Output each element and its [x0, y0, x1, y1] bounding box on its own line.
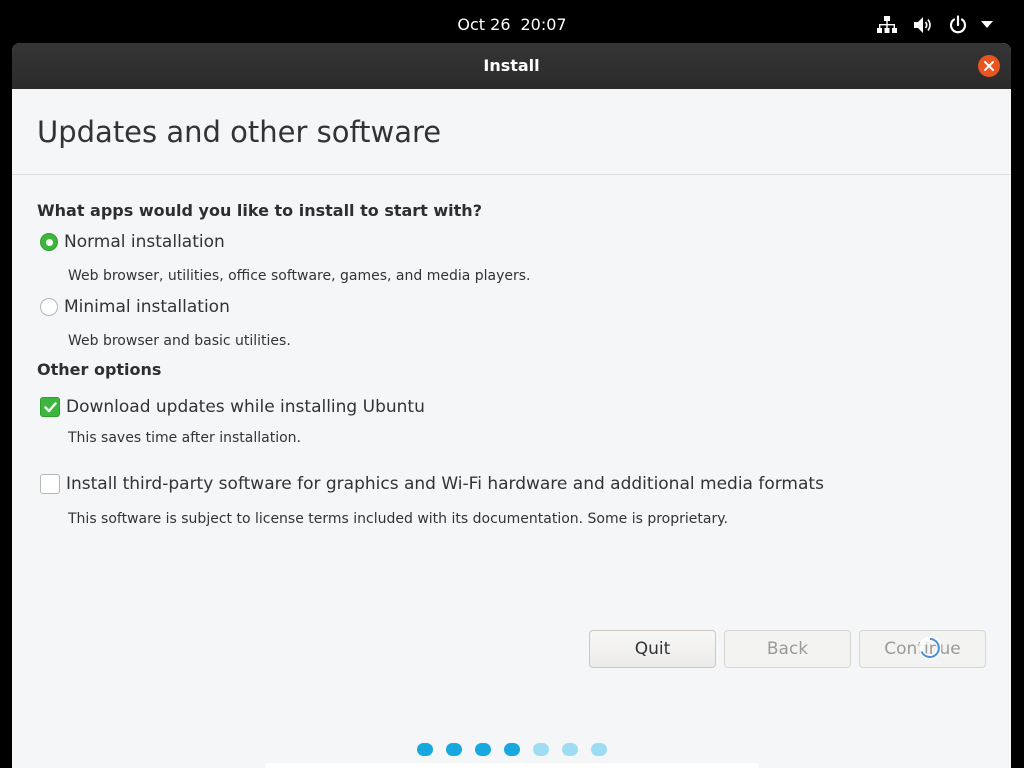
bottom-strip	[265, 763, 759, 768]
network-icon[interactable]	[876, 16, 898, 34]
progress-dot	[475, 743, 491, 756]
third-party-software-description: This software is subject to license term…	[68, 511, 728, 527]
third-party-software-option[interactable]: Install third-party software for graphic…	[40, 474, 824, 494]
title-bar[interactable]: Install	[12, 43, 1011, 89]
progress-dots	[417, 743, 620, 756]
checkmark-icon	[43, 401, 57, 412]
back-button[interactable]: Back	[724, 630, 851, 668]
progress-dot	[504, 743, 520, 756]
third-party-software-checkbox[interactable]	[40, 474, 60, 494]
progress-dot	[591, 743, 607, 756]
minimal-installation-radio[interactable]	[40, 298, 58, 316]
installer-window: Install Updates and other software What …	[12, 43, 1011, 768]
progress-dot	[417, 743, 433, 756]
download-updates-description: This saves time after installation.	[68, 430, 301, 446]
apps-question-heading: What apps would you like to install to s…	[37, 201, 482, 220]
progress-dot	[562, 743, 578, 756]
normal-installation-label[interactable]: Normal installation	[64, 232, 225, 252]
clock-date: Oct 26	[457, 15, 511, 34]
normal-installation-description: Web browser, utilities, office software,…	[68, 268, 531, 284]
download-updates-label[interactable]: Download updates while installing Ubuntu	[66, 397, 425, 417]
download-updates-option[interactable]: Download updates while installing Ubuntu	[40, 397, 425, 417]
minimal-installation-description: Web browser and basic utilities.	[68, 333, 291, 349]
third-party-software-label[interactable]: Install third-party software for graphic…	[66, 474, 824, 494]
window-title: Install	[483, 56, 540, 75]
top-bar: Oct 26 20:07	[0, 0, 1024, 44]
close-icon	[984, 61, 994, 71]
page-title: Updates and other software	[37, 115, 442, 149]
progress-dot	[446, 743, 462, 756]
close-button[interactable]	[978, 55, 1000, 77]
clock-time: 20:07	[520, 15, 567, 34]
normal-installation-option[interactable]: Normal installation	[40, 232, 225, 252]
quit-button[interactable]: Quit	[589, 630, 716, 668]
volume-icon[interactable]	[912, 16, 934, 34]
divider	[12, 174, 1011, 175]
minimal-installation-label[interactable]: Minimal installation	[64, 297, 230, 317]
other-options-heading: Other options	[37, 360, 162, 379]
download-updates-checkbox[interactable]	[40, 397, 60, 417]
loading-spinner-icon	[917, 635, 943, 665]
progress-dot	[533, 743, 549, 756]
power-icon[interactable]	[947, 15, 969, 34]
normal-installation-radio[interactable]	[40, 233, 58, 251]
menu-arrow-icon[interactable]	[976, 16, 998, 34]
minimal-installation-option[interactable]: Minimal installation	[40, 297, 230, 317]
